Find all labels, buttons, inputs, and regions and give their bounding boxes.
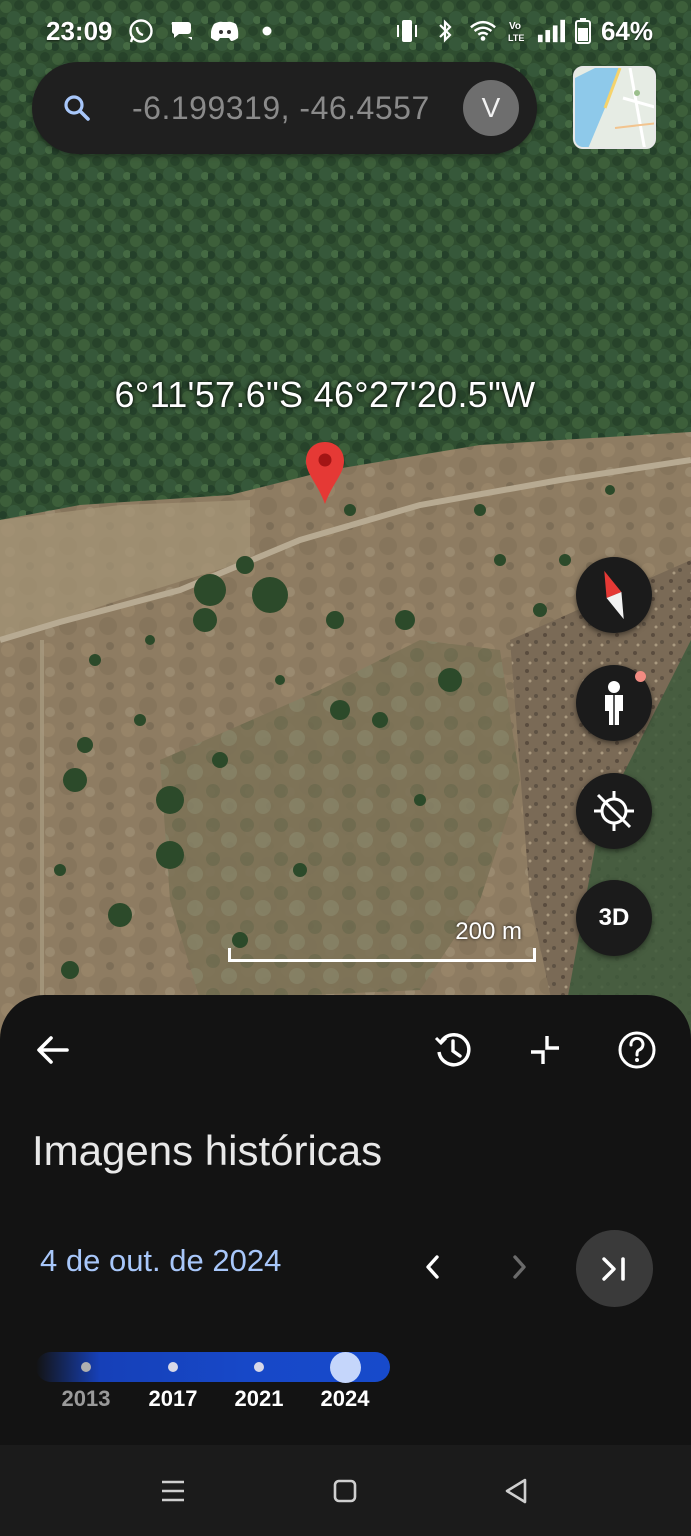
signal-icon xyxy=(537,17,565,45)
recents-icon xyxy=(162,1480,184,1502)
3d-toggle-button[interactable]: 3D xyxy=(576,880,652,956)
discord-icon xyxy=(210,17,239,45)
satellite-map[interactable] xyxy=(0,0,691,1040)
latest-date-button[interactable] xyxy=(576,1230,653,1307)
timeline-year-label[interactable]: 2013 xyxy=(51,1386,121,1412)
clock: 23:09 xyxy=(46,15,113,46)
vibrate-icon xyxy=(393,17,421,45)
map-thumbnail-icon xyxy=(575,68,654,147)
historical-imagery-panel: Imagens históricas 4 de out. de 2024 201… xyxy=(0,995,691,1445)
svg-text:Vo: Vo xyxy=(509,21,521,32)
search-icon[interactable] xyxy=(62,93,92,123)
date-navigator: 4 de out. de 2024 xyxy=(40,1230,655,1307)
location-disabled-icon xyxy=(594,791,634,831)
wifi-icon xyxy=(469,17,497,45)
satellite-imagery xyxy=(0,0,691,1040)
recents-button[interactable] xyxy=(157,1475,189,1507)
account-avatar[interactable]: V xyxy=(463,80,519,136)
timeline-dot-2013[interactable] xyxy=(81,1362,91,1372)
next-date-button[interactable] xyxy=(500,1243,540,1291)
compass-icon xyxy=(604,570,624,620)
map-layer-toggle[interactable] xyxy=(573,66,656,149)
skip-to-end-icon xyxy=(601,1256,625,1281)
pegman-icon xyxy=(605,681,623,725)
my-location-button[interactable] xyxy=(576,773,652,849)
previous-date-button[interactable] xyxy=(412,1243,452,1291)
timeline-dot-2021[interactable] xyxy=(254,1362,264,1372)
notification-dot xyxy=(635,671,646,682)
scale-label: 200 m xyxy=(455,918,522,945)
map-scale: 200 m xyxy=(228,918,536,962)
bluetooth-icon xyxy=(431,17,459,45)
notification-dot-icon xyxy=(253,17,281,45)
chat-bubbles-icon xyxy=(169,17,197,45)
panel-title: Imagens históricas xyxy=(32,1127,383,1174)
chevron-left-icon xyxy=(426,1255,439,1279)
chevron-right-icon xyxy=(513,1255,526,1279)
search-bar[interactable]: -6.199319, -46.4557 V xyxy=(32,62,537,154)
scale-bar xyxy=(228,948,536,962)
battery-level: 64% xyxy=(600,15,653,46)
timeline-year-label[interactable]: 2024 xyxy=(310,1386,380,1412)
back-arrow-icon xyxy=(37,1036,69,1064)
compass-button[interactable] xyxy=(576,557,652,633)
timeline-dot-2017[interactable] xyxy=(168,1362,178,1372)
timeline-year-label[interactable]: 2021 xyxy=(224,1386,294,1412)
street-view-button[interactable] xyxy=(576,665,652,741)
svg-text:LTE: LTE xyxy=(508,33,524,43)
help-icon xyxy=(618,1031,656,1069)
collapse-icon xyxy=(531,1036,559,1064)
pin-coordinates-label: 6°11'57.6"S 46°27'20.5"W xyxy=(114,374,536,415)
collapse-button[interactable] xyxy=(520,1025,570,1075)
help-button[interactable] xyxy=(612,1025,662,1075)
history-button[interactable] xyxy=(428,1025,478,1075)
system-navigation-bar xyxy=(0,1445,691,1536)
home-icon xyxy=(333,1479,357,1503)
home-button[interactable] xyxy=(329,1475,361,1507)
year-timeline[interactable]: 2013 2017 2021 2024 xyxy=(36,1352,396,1432)
battery-icon xyxy=(574,17,591,45)
back-icon xyxy=(505,1478,527,1504)
location-pin-icon[interactable] xyxy=(304,440,346,506)
panel-toolbar xyxy=(0,1025,691,1075)
timeline-handle[interactable] xyxy=(330,1352,361,1383)
back-button[interactable] xyxy=(500,1475,532,1507)
timeline-year-label[interactable]: 2017 xyxy=(138,1386,208,1412)
history-icon xyxy=(434,1033,471,1067)
search-input[interactable]: -6.199319, -46.4557 xyxy=(132,90,437,127)
selected-date: 4 de out. de 2024 xyxy=(40,1243,282,1278)
status-bar: 23:09 Vo LTE 64% xyxy=(0,0,691,62)
volte-icon: Vo LTE xyxy=(507,17,527,45)
whatsapp-icon xyxy=(127,17,155,45)
back-arrow-button[interactable] xyxy=(28,1025,78,1075)
